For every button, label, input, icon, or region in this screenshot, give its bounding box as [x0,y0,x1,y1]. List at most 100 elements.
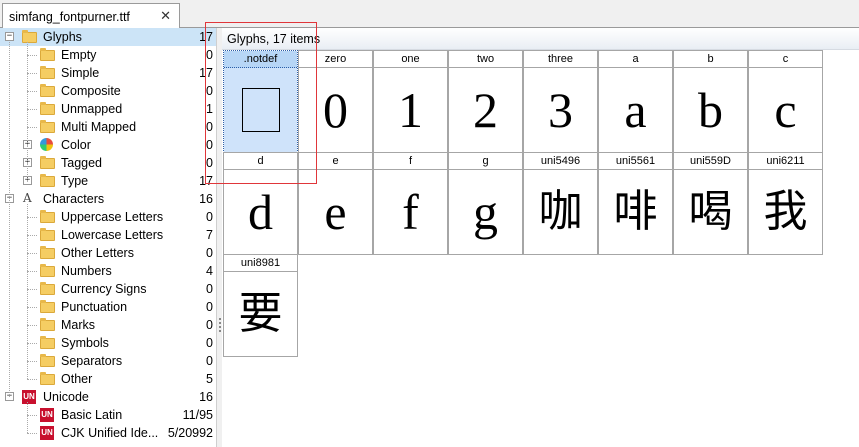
tree-item-count: 0 [206,318,213,332]
tree-item[interactable]: Multi Mapped 0 [0,118,216,136]
tab-font-file[interactable]: simfang_fontpurner.ttf ✕ [2,3,180,29]
tree-item[interactable]: Lowercase Letters 7 [0,226,216,244]
glyph-preview: 喝 [688,186,733,237]
tree-item-label: Characters [43,192,105,206]
folder-icon [40,84,55,97]
folder-icon [40,48,55,61]
tree-item-count: 16 [199,192,213,206]
folder-icon [40,102,55,115]
tree-connector [27,307,37,308]
tree-connector [27,217,37,218]
tree-item-label: Multi Mapped [61,120,137,134]
glyph-preview: d [248,184,273,240]
tree-item[interactable]: Other 5 [0,370,216,388]
glyph-name: uni5561 [599,153,672,170]
glyph-cell[interactable]: ee [298,152,373,255]
glyph-preview: 0 [323,82,348,138]
glyph-cell[interactable]: cc [748,50,823,153]
folder-icon [40,66,55,79]
splitter-grip-icon[interactable] [219,318,221,332]
tree-item-count: 5 [206,372,213,386]
glyph-cell[interactable]: two 2 [448,50,523,153]
tree-item[interactable]: Other Letters 0 [0,244,216,262]
tree-item-label: Uppercase Letters [61,210,164,224]
tree-item-label: Unicode [43,390,89,404]
tree-connector [27,253,37,254]
tree-item[interactable]: Symbols 0 [0,334,216,352]
tree-item-count: 0 [206,138,213,152]
tree-item[interactable]: + Color 0 [0,136,216,154]
tree-item[interactable]: Unmapped 1 [0,100,216,118]
tree-item-count: 0 [206,210,213,224]
tree-item-label: Symbols [61,336,109,350]
tree-item-label: Other Letters [61,246,134,260]
tree-item[interactable]: Empty 0 [0,46,216,64]
tree-item[interactable]: Numbers 4 [0,262,216,280]
collapse-icon[interactable]: − [5,32,14,41]
glyph-cell[interactable]: aa [598,50,673,153]
tree-item[interactable]: − UN Unicode 16 [0,388,216,406]
tree-item-count: 17 [199,66,213,80]
glyph-cell[interactable]: .notdef [223,50,298,153]
tree-item[interactable]: Composite 0 [0,82,216,100]
tree-item-count: 17 [199,174,213,188]
tree-connector [27,343,37,344]
tree-item-label: Tagged [61,156,103,170]
tree-connector [27,433,37,434]
tree-item-count: 16 [199,390,213,404]
glyph-cell[interactable]: dd [223,152,298,255]
folder-icon [40,264,55,277]
glyph-preview: a [624,82,647,138]
tree-item[interactable]: + Type 17 [0,172,216,190]
glyph-panel-header: Glyphs, 17 items [222,28,859,50]
glyph-cell[interactable]: one 1 [373,50,448,153]
glyph-cell[interactable]: uni5496 咖 [523,152,598,255]
tree-item[interactable]: + Tagged 0 [0,154,216,172]
tree-item-label: Other [61,372,93,386]
glyph-cell[interactable]: zero 0 [298,50,373,153]
glyph-name: one [374,51,447,68]
glyph-cell[interactable]: uni6211 我 [748,152,823,255]
tree-item[interactable]: Simple 17 [0,64,216,82]
glyph-cell[interactable]: uni559D 喝 [673,152,748,255]
glyph-name: b [674,51,747,68]
tree-connector [27,91,37,92]
tree-item[interactable]: Separators 0 [0,352,216,370]
tree-item[interactable]: Punctuation 0 [0,298,216,316]
glyph-preview: f [402,184,419,240]
tree-item[interactable]: − Glyphs 17 [0,28,216,46]
tab-bar: simfang_fontpurner.ttf ✕ [0,0,859,29]
glyph-cell[interactable]: bb [673,50,748,153]
tree-item-label: Simple [61,66,100,80]
folder-icon [40,246,55,259]
tree-connector [27,73,37,74]
tree-item-count: 0 [206,48,213,62]
folder-icon [40,156,55,169]
tree-item-count: 17 [199,30,213,44]
tree-connector [27,235,37,236]
tree-item[interactable]: UN Basic Latin 11/95 [0,406,216,424]
glyph-cell[interactable]: gg [448,152,523,255]
tree-connector [27,127,37,128]
tree-item-label: Basic Latin [61,408,123,422]
glyph-cell[interactable]: uni8981 要 [223,254,298,357]
tree-item[interactable]: Marks 0 [0,316,216,334]
tree-item-count: 7 [206,228,213,242]
tree-item[interactable]: − A Characters 16 [0,190,216,208]
glyph-cell[interactable]: three 3 [523,50,598,153]
glyph-preview: 3 [548,82,573,138]
glyph-cell[interactable]: ff [373,152,448,255]
tree-item-count: 0 [206,84,213,98]
glyph-preview: 2 [473,82,498,138]
glyph-name: e [299,153,372,170]
glyph-cell[interactable]: uni5561 啡 [598,152,673,255]
tree-item[interactable]: UN CJK Unified Ide... 5/20992 [0,424,216,442]
tree-item[interactable]: Uppercase Letters 0 [0,208,216,226]
glyph-panel-title: Glyphs, 17 items [227,32,321,46]
tree-item-label: Unmapped [61,102,123,116]
tree-item-label: Empty [61,48,97,62]
close-icon[interactable]: ✕ [160,8,171,24]
glyph-preview: 啡 [613,186,658,237]
glyph-name: uni5496 [524,153,597,170]
tree-item[interactable]: Currency Signs 0 [0,280,216,298]
